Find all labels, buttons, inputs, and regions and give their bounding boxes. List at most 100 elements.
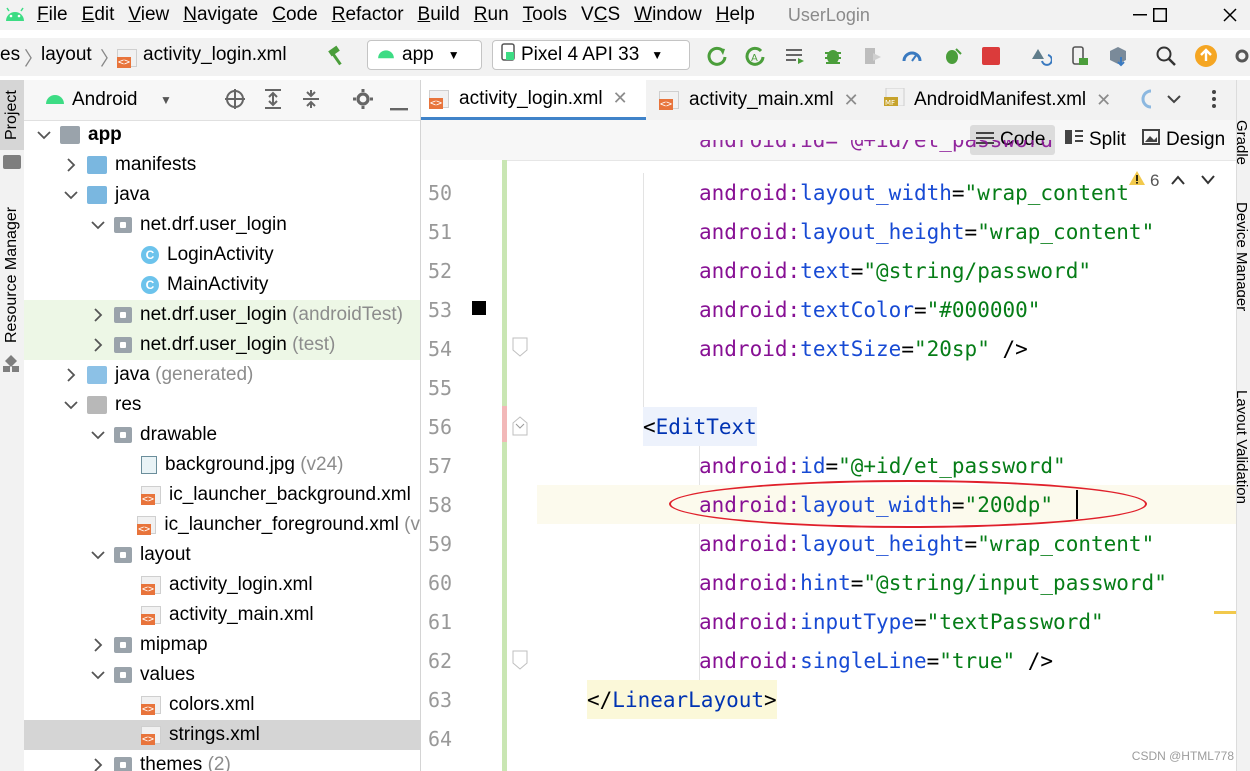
previous-highlight-icon[interactable] [1171, 172, 1186, 190]
code-line[interactable]: android: singleLine = "true" /> [699, 641, 1053, 680]
chevron-down-icon[interactable] [61, 395, 81, 415]
chevron-down-icon[interactable] [88, 665, 108, 685]
tree-item[interactable]: net.drf.user_login [24, 210, 420, 240]
code-line[interactable]: android: textColor = "#000000" [699, 290, 1040, 329]
tree-item[interactable]: mipmap [24, 630, 420, 660]
project-tool-tab[interactable]: Project [0, 80, 24, 150]
inspection-widget[interactable]: 6 [1128, 170, 1216, 191]
tree-item[interactable]: strings.xml [24, 720, 420, 750]
close-window-icon[interactable] [1210, 0, 1250, 30]
more-tabs-icon[interactable] [1139, 88, 1153, 115]
resource-manager-tool-tab[interactable]: Resource Manager [0, 200, 24, 350]
device-manager-icon[interactable] [1067, 44, 1091, 68]
tree-item[interactable]: colors.xml [24, 690, 420, 720]
menu-item-navigate[interactable]: Navigate [176, 4, 265, 26]
tree-item[interactable]: ic_launcher_background.xml [24, 480, 420, 510]
code-line[interactable]: android: layout_width = "wrap_content" [699, 173, 1142, 212]
tree-item[interactable]: background.jpg (v24) [24, 450, 420, 480]
close-tab-icon[interactable]: ✕ [844, 90, 859, 111]
code-line[interactable]: android: hint = "@string/input_password" [699, 563, 1167, 602]
settings-gear-icon[interactable] [1230, 44, 1250, 68]
code-line[interactable]: android: layout_height = "wrap_content" [699, 212, 1154, 251]
chevron-right-icon[interactable] [61, 155, 81, 175]
hide-panel-icon[interactable] [390, 98, 408, 116]
apply-code-changes-icon[interactable]: A [743, 44, 767, 68]
device-manager-tool-tab[interactable]: Device Manager [1237, 202, 1250, 311]
chevron-down-icon[interactable] [88, 545, 108, 565]
profiler-gauge-icon[interactable] [900, 44, 924, 68]
fold-marker-icon[interactable] [512, 416, 528, 441]
sync-gradle-icon[interactable] [1028, 44, 1052, 68]
code-line[interactable]: </LinearLayout > [587, 680, 777, 719]
tree-item[interactable]: values [24, 660, 420, 690]
code-line[interactable]: android: inputType = "textPassword" [699, 602, 1104, 641]
tree-item[interactable]: java (generated) [24, 360, 420, 390]
search-icon[interactable] [1154, 44, 1178, 68]
close-tab-icon[interactable]: ✕ [1096, 90, 1111, 111]
menu-item-vcs[interactable]: VCS [574, 4, 627, 26]
chevron-down-icon[interactable] [88, 425, 108, 445]
menu-item-tools[interactable]: Tools [516, 4, 574, 26]
code-line[interactable]: android: layout_width = "200dp" [699, 485, 1053, 524]
chevron-right-icon[interactable] [61, 365, 81, 385]
run-list-icon[interactable] [783, 44, 807, 68]
tree-item[interactable]: java [24, 180, 420, 210]
code-line[interactable]: < EditText [643, 407, 757, 446]
fold-marker-icon[interactable] [512, 650, 528, 675]
collapse-all-icon[interactable] [300, 88, 322, 115]
debug-app-icon[interactable] [940, 44, 964, 68]
design-view-button[interactable]: Design [1136, 125, 1234, 155]
gear-icon[interactable] [352, 88, 374, 115]
fold-marker-icon[interactable] [512, 337, 528, 362]
stop-icon[interactable] [979, 44, 1003, 68]
debug-bug-icon[interactable] [821, 44, 845, 68]
build-hammer-icon[interactable] [325, 44, 349, 68]
tab-activity-main[interactable]: activity_main.xml ✕ [651, 80, 871, 120]
tree-item[interactable]: activity_login.xml [24, 570, 420, 600]
close-tab-icon[interactable]: ✕ [613, 88, 628, 109]
split-view-button[interactable]: Split [1059, 125, 1133, 155]
tree-item[interactable]: ic_launcher_foreground.xml (v [24, 510, 420, 540]
menu-item-view[interactable]: View [121, 4, 176, 26]
chevron-down-icon[interactable] [61, 185, 81, 205]
tree-item[interactable]: app [24, 120, 420, 150]
locate-target-icon[interactable] [224, 88, 246, 115]
maximize-window-icon[interactable] [1140, 0, 1180, 30]
chevron-right-icon[interactable] [88, 755, 108, 771]
menu-item-build[interactable]: Build [411, 4, 467, 26]
code-line[interactable]: android: layout_height = "wrap_content" [699, 524, 1154, 563]
update-available-icon[interactable] [1194, 44, 1218, 68]
project-view-mode-select[interactable]: Android [72, 89, 138, 111]
tree-item[interactable]: layout [24, 540, 420, 570]
layout-validation-tool-tab[interactable]: Layout Validation [1237, 390, 1250, 504]
tree-item[interactable]: net.drf.user_login (androidTest) [24, 300, 420, 330]
sdk-manager-icon[interactable] [1106, 44, 1130, 68]
chevron-down-icon[interactable] [88, 215, 108, 235]
tree-item[interactable]: activity_main.xml [24, 600, 420, 630]
breadcrumb-prefix[interactable]: es [0, 44, 20, 66]
expand-all-icon[interactable] [262, 88, 284, 115]
tree-item[interactable]: manifests [24, 150, 420, 180]
apply-changes-restart-icon[interactable] [705, 44, 729, 68]
chevron-down-icon[interactable] [34, 125, 54, 145]
menu-item-file[interactable]: File [30, 4, 75, 26]
next-highlight-icon[interactable] [1201, 172, 1216, 190]
gradle-tool-tab[interactable]: Gradle [1237, 120, 1250, 165]
tab-android-manifest[interactable]: MF AndroidManifest.xml ✕ [876, 80, 1126, 120]
breadcrumb-folder[interactable]: layout [41, 44, 92, 66]
chevron-right-icon[interactable] [88, 635, 108, 655]
tree-item[interactable]: drawable [24, 420, 420, 450]
more-options-icon[interactable] [1211, 88, 1217, 115]
code-line[interactable]: android: textSize = "20sp" /> [699, 329, 1028, 368]
breadcrumb-file[interactable]: activity_login.xml [143, 44, 287, 66]
device-select[interactable]: Pixel 4 API 33 ▼ [492, 40, 690, 70]
menu-item-run[interactable]: Run [467, 4, 516, 26]
chevron-down-icon[interactable]: ▼ [160, 93, 172, 107]
menu-item-window[interactable]: Window [627, 4, 709, 26]
menu-item-edit[interactable]: Edit [75, 4, 122, 26]
menu-item-code[interactable]: Code [265, 4, 324, 26]
run-configuration-select[interactable]: app ▼ [367, 40, 482, 70]
tree-item[interactable]: net.drf.user_login (test) [24, 330, 420, 360]
tab-activity-login[interactable]: activity_login.xml ✕ [421, 80, 646, 120]
tree-item[interactable]: themes (2) [24, 750, 420, 771]
